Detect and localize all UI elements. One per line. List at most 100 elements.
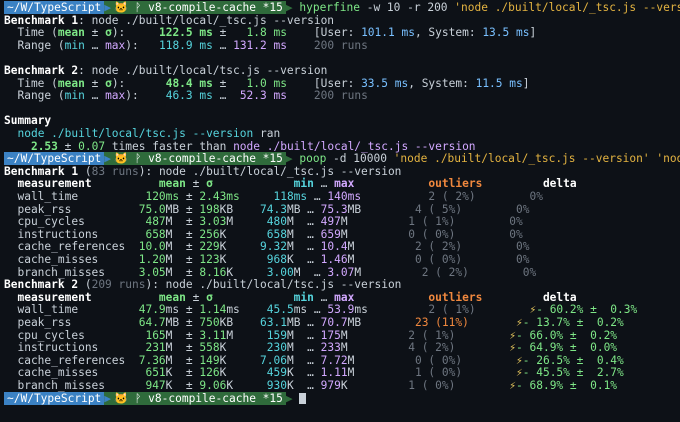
text-segment: 45.5 [266, 303, 294, 317]
text-segment: 10.0 [138, 240, 166, 254]
text-segment: poop [299, 152, 327, 166]
text-segment [462, 253, 516, 266]
text-segment: [User: [286, 26, 362, 40]
text-segment: 2 ( 1%) [408, 328, 456, 342]
text-segment: 'node ./built/local/_tsc.js --version' [454, 1, 680, 14]
prompt-git-branch: 🐱 ᚹ v8-compile-cache *15 [111, 391, 286, 405]
text-segment: … [84, 89, 106, 103]
text-segment [287, 89, 314, 102]
text-segment: M [226, 215, 267, 229]
text-segment: 0 ( 0%) [408, 227, 456, 241]
text-segment: - 13.7% ± 0.2% [522, 316, 624, 329]
text-segment: 46.3 ms [165, 89, 213, 103]
text-segment: max [105, 89, 126, 103]
text-segment: K [219, 366, 267, 380]
text-segment: 2.53 [30, 139, 58, 153]
text-segment: ): [125, 89, 166, 103]
text-segment: M … [286, 227, 321, 241]
text-segment: 'node ./b [656, 152, 680, 166]
prompt-separator-icon: ▶ [285, 391, 300, 405]
text-segment: ± [212, 26, 247, 40]
text-segment: M ± [165, 253, 200, 266]
text-segment: Time ( [4, 26, 58, 40]
text-segment: peak_rss [4, 202, 139, 216]
text-segment: K [219, 253, 267, 266]
text-segment: Benchmark 1 [4, 164, 79, 178]
text-cursor[interactable] [299, 392, 307, 404]
text-segment: K ± [165, 366, 200, 380]
text-segment: outliers [428, 177, 483, 191]
prompt-git-branch: 🐱 ᚹ v8-compile-cache *15 [111, 152, 286, 166]
text-segment: - 45.5% ± 2.7% [522, 366, 624, 380]
text-segment: 'node ./built/local/_tsc.js --version' [393, 152, 650, 166]
text-segment: σ [105, 26, 112, 40]
text-segment: M … [286, 353, 321, 367]
text-segment: branch_misses [4, 265, 139, 279]
text-segment [354, 291, 428, 304]
text-segment: 209 runs [91, 278, 146, 292]
text-segment: 74.3 [260, 202, 287, 216]
text-segment: 947 [145, 379, 166, 392]
text-segment: 497 [320, 215, 341, 229]
text-segment: min [64, 38, 85, 52]
text-segment: 1.11 [320, 366, 348, 380]
text-segment: ± [185, 177, 207, 191]
text-segment: 1.14 [199, 303, 227, 317]
text-segment: 658 [145, 227, 166, 241]
text-segment: K [226, 379, 267, 392]
text-segment: 175 [320, 328, 341, 342]
text-segment: 47.9 [138, 303, 166, 317]
text-segment: 7.72 [320, 353, 348, 367]
text-segment: 70.7 [320, 316, 348, 329]
text-segment: Benchmark 1 [4, 13, 79, 27]
text-segment: 750 [199, 316, 220, 329]
text-segment: M … [286, 341, 321, 355]
text-segment: 200 runs [313, 38, 368, 52]
text-segment: cache_references [4, 240, 139, 254]
text-segment: 9.06 [199, 379, 227, 392]
text-segment: 3.05 [138, 265, 166, 279]
text-segment: - 60.2% ± 0.3% [536, 303, 638, 317]
text-segment [462, 203, 516, 216]
text-segment: ⚡ [516, 366, 523, 380]
text-segment: 2 ( 2%) [421, 265, 469, 279]
text-segment: K [219, 353, 260, 367]
text-segment [482, 177, 543, 190]
text-segment: M [340, 341, 409, 355]
text-segment: 0% [516, 202, 530, 216]
text-segment [455, 379, 509, 392]
terminal-window[interactable]: ~/W/TypeScript ▶ 🐱 ᚹ v8-compile-cache *15 ▶… [0, 0, 680, 422]
text-segment: σ [206, 290, 213, 304]
text-segment: ⚡ [509, 379, 517, 392]
text-segment: 120ms [145, 190, 180, 203]
text-segment: KB [219, 202, 260, 216]
text-segment: 3.11 [199, 328, 227, 342]
text-segment: min [293, 290, 314, 304]
text-segment: 83 runs [91, 164, 139, 178]
text-segment: 256 [199, 227, 220, 241]
text-segment: measurement [4, 177, 159, 191]
text-segment: ± [185, 290, 207, 304]
prompt-directory: ~/W/TypeScript [4, 391, 105, 405]
text-segment: 7.36 [138, 353, 166, 367]
text-segment: 231 [145, 341, 166, 355]
text-segment: cache_references [4, 353, 139, 367]
text-segment: M … [286, 240, 321, 254]
text-segment: … [313, 290, 335, 304]
text-segment [469, 266, 523, 279]
text-segment [482, 291, 543, 304]
text-segment: ⚡ [516, 316, 523, 329]
text-segment: branch_misses [4, 379, 146, 392]
text-segment: 126 [199, 366, 220, 380]
text-segment: ): node ./built/local/tsc.js --version [145, 278, 402, 292]
text-segment [455, 228, 509, 241]
text-segment: 968 [266, 253, 287, 266]
text-segment: 230 [266, 341, 287, 355]
text-segment: 1 ( 0%) [414, 366, 463, 380]
text-segment [455, 329, 509, 342]
text-segment: 0% [522, 265, 537, 279]
text-segment: ): [111, 26, 159, 40]
text-segment: times faster than [105, 139, 234, 153]
text-segment: MB [347, 316, 415, 329]
text-segment: 0 ( 0%) [414, 353, 463, 367]
